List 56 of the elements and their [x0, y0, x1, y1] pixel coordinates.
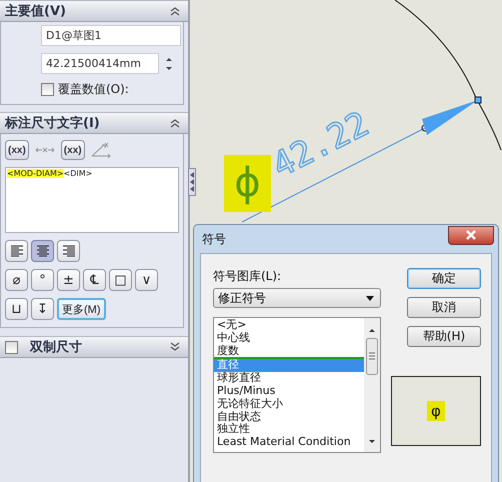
library-label: 符号图库(L): [213, 268, 282, 285]
section-header[interactable]: 双制尺寸 [0, 336, 188, 358]
symbol-list-item[interactable]: 中心线 [214, 332, 364, 345]
diameter-symbol: ϕ [224, 155, 271, 212]
scrollbar[interactable] [364, 318, 380, 452]
dialog-title: 符号 [202, 230, 227, 248]
text-align-icon [62, 245, 76, 257]
section-header[interactable]: 主要值(V) [0, 0, 188, 22]
dimension-name-field[interactable]: D1@草图1 [41, 25, 181, 46]
library-dropdown[interactable]: 修正符号 [213, 288, 381, 308]
symbol-list-item[interactable]: 自由状态 [214, 410, 364, 424]
text-align-icon [10, 245, 24, 257]
align-button[interactable] [31, 240, 54, 262]
symbol-button[interactable]: ± [57, 269, 80, 291]
symbol-list-item[interactable]: <无> [214, 319, 364, 332]
symbol-button[interactable]: □ [109, 269, 132, 291]
symbol-list-item[interactable]: Least Material Condition [214, 436, 364, 449]
symbol-list[interactable]: <无> 中心线 度数 直径 球形直径 Plus/Minus 无论特征大小 自由状态 独立性 Least Material Condition [213, 317, 381, 453]
close-button[interactable] [448, 226, 494, 244]
chevron-icon[interactable] [170, 342, 180, 352]
symbol-list-item[interactable]: 无论特征大小 [214, 398, 364, 411]
section-title: 主要值(V) [5, 2, 67, 20]
override-label: 覆盖数值(O): [58, 81, 129, 98]
chevron-icon[interactable] [170, 118, 180, 128]
dialog-button[interactable]: 确定 [407, 268, 481, 289]
dropdown-arrow-icon [366, 296, 374, 300]
symbol-list-item[interactable]: 度数 [214, 344, 364, 358]
section-header[interactable]: 标注尺寸文字(I) [0, 112, 188, 134]
dimension-text-field[interactable]: <MOD-DIAM><DIM> [5, 167, 179, 233]
more-button[interactable]: 更多(M) [57, 298, 106, 320]
symbol-button[interactable]: ℄ [83, 269, 106, 291]
collapse-handle-icon[interactable] [188, 168, 196, 196]
align-button[interactable] [5, 240, 28, 262]
chevron-icon[interactable] [170, 6, 180, 16]
text-position-button[interactable]: (xx) [60, 140, 85, 160]
close-icon [466, 230, 476, 240]
section-title: 双制尺寸 [30, 339, 83, 356]
symbol-button[interactable]: ° [31, 269, 54, 291]
symbol-list-item[interactable]: 独立性 [214, 423, 364, 436]
value-field[interactable]: 42.21500414mm [41, 53, 159, 74]
symbol-list-item[interactable]: Plus/Minus [214, 384, 364, 398]
override-checkbox[interactable] [41, 83, 54, 96]
handle-point[interactable] [474, 96, 482, 104]
preview-symbol: φ [427, 401, 445, 421]
dialog-button[interactable]: 取消 [407, 297, 481, 318]
symbol-button[interactable]: ∨ [135, 269, 158, 291]
section-title: 标注尺寸文字(I) [5, 114, 101, 132]
symbol-button[interactable]: ⌀ [5, 269, 28, 291]
symbol-button[interactable]: ↧ [31, 298, 54, 320]
dialog-button[interactable]: 帮助(H) [407, 326, 481, 347]
text-align-icon [36, 245, 50, 257]
align-button[interactable] [57, 240, 80, 262]
symbol-button[interactable]: ⊔ [5, 298, 28, 320]
dual-dimension-checkbox[interactable] [5, 340, 18, 354]
symbol-list-item[interactable]: 球形直径 [214, 372, 364, 385]
text-position-button[interactable]: (xx) [5, 140, 29, 160]
